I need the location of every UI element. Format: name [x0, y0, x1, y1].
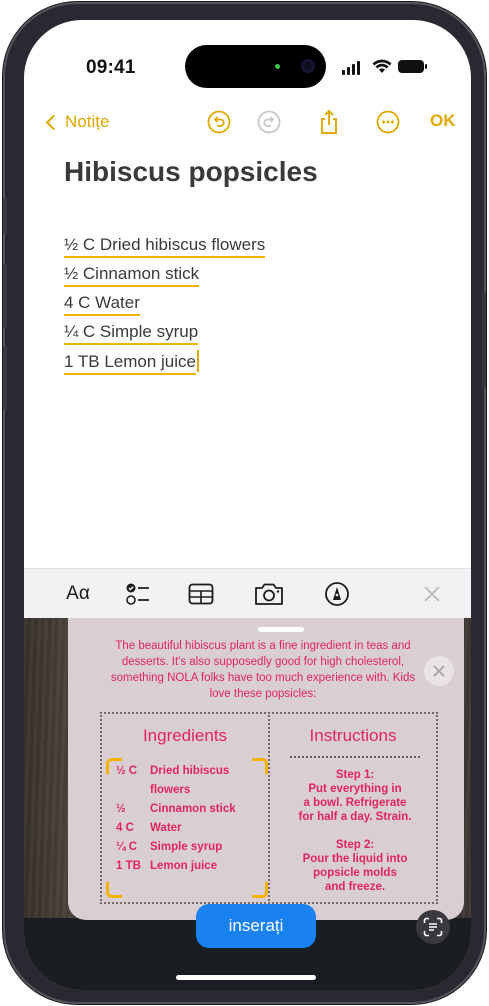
back-button[interactable]: Notițe — [44, 111, 109, 133]
selection-corner — [252, 882, 268, 898]
ingredient-row: 1 TB Lemon juice — [116, 857, 256, 876]
recognized-text-card[interactable]: The beautiful hibiscus plant is a fine i… — [68, 618, 464, 920]
note-line: 4 C Water — [64, 292, 265, 321]
battery-icon — [398, 60, 427, 73]
table-button[interactable] — [186, 581, 216, 607]
ingredient-name: flowers — [150, 784, 191, 796]
camera-button[interactable] — [252, 581, 286, 607]
note-line-text: ¼ C Simple syrup — [64, 322, 199, 345]
action-button — [3, 198, 7, 234]
insert-button[interactable]: inserați — [196, 904, 316, 948]
close-icon — [433, 665, 445, 677]
ingredient-quantity — [116, 781, 150, 800]
markup-button[interactable] — [322, 581, 352, 607]
note-title[interactable]: Hibiscus popsicles — [64, 156, 318, 188]
note-line: ½ C Dried hibiscus flowers — [64, 234, 266, 263]
markup-icon — [325, 582, 349, 606]
close-icon — [424, 586, 440, 602]
phone-frame: 09:41 Notițe OK Hibiscus popsicles ½ C D… — [3, 2, 486, 1004]
note-line-text: 1 TB Lemon juice — [64, 352, 196, 375]
instructions-box: Instructions Step 1: Put everything in a… — [268, 712, 438, 904]
ingredients-heading: Ingredients — [142, 726, 228, 745]
camera-icon — [255, 583, 283, 605]
camera-in-use-indicator — [275, 64, 280, 69]
close-scan-button[interactable] — [424, 656, 454, 686]
ingredient-row: 4 C Water — [116, 819, 256, 838]
home-indicator[interactable] — [176, 975, 316, 980]
note-line: 1 TB Lemon juice — [64, 350, 265, 379]
instructions-heading: Instructions — [309, 726, 397, 745]
redo-button[interactable] — [256, 109, 282, 135]
undo-button[interactable] — [206, 109, 232, 135]
step-line: Put everything in — [308, 783, 402, 795]
heading-divider — [290, 756, 420, 758]
volume-down-button — [3, 346, 7, 410]
table-icon — [188, 583, 214, 605]
redo-icon — [257, 110, 281, 134]
scan-text-icon — [423, 917, 443, 937]
share-icon — [321, 109, 337, 134]
ingredient-quantity: 1 TB — [116, 860, 141, 872]
ingredients-list[interactable]: ½ C Dried hibiscus flowers ½ Cinnamon stic… — [116, 762, 256, 876]
step-line: and freeze. — [324, 881, 386, 893]
note-line-text: 4 C Water — [64, 293, 140, 316]
step-title: Step 1: — [335, 769, 375, 781]
recipe-intro: The beautiful hibiscus plant is a fine i… — [110, 640, 416, 700]
ingredient-quantity: ½ — [116, 803, 126, 815]
note-body[interactable]: ½ C Dried hibiscus flowers ½ Cinnamon st… — [64, 234, 266, 379]
ingredient-name: Simple syrup — [150, 841, 223, 853]
more-icon — [376, 110, 400, 134]
instructions-text: Step 1: Put everything in a bowl. Refrig… — [278, 768, 432, 894]
ingredient-name: Dried hibiscus — [150, 765, 230, 777]
ingredient-row: ¼ C Simple syrup — [116, 838, 256, 857]
volume-up-button — [3, 264, 7, 328]
ingredient-name: Lemon juice — [150, 860, 218, 872]
ingredients-box: Ingredients ½ C Dried hibiscus flowers ½ C… — [100, 712, 270, 904]
step-line: Pour the liquid into — [302, 853, 408, 865]
ingredient-quantity: 4 C — [116, 822, 134, 834]
status-icons — [342, 59, 442, 75]
chevron-left-icon — [45, 114, 62, 130]
note-line: ½ Cinnamon stick — [64, 263, 265, 292]
sheet-grabber[interactable] — [258, 627, 304, 632]
formatting-toolbar: Aα — [24, 568, 471, 618]
checklist-button[interactable] — [123, 581, 153, 607]
scan-text-button[interactable] — [416, 910, 450, 944]
ingredient-name: Water — [150, 822, 182, 834]
step-line: a bowl. Refrigerate — [303, 797, 407, 809]
share-button[interactable] — [316, 109, 342, 135]
ingredient-row: ½ C Dried hibiscus — [116, 762, 256, 781]
selection-corner — [106, 882, 122, 898]
undo-icon — [207, 110, 231, 134]
ok-button[interactable]: OK — [430, 111, 456, 131]
ingredient-name: Cinnamon stick — [150, 803, 236, 815]
ingredient-quantity: ¼ C — [116, 841, 138, 853]
ingredient-row: ½ Cinnamon stick — [116, 800, 256, 819]
close-keyboard-button[interactable] — [420, 581, 444, 607]
note-line-text: ½ Cinnamon stick — [64, 264, 200, 287]
note-line-text: ½ C Dried hibiscus flowers — [64, 235, 266, 258]
power-button — [482, 292, 486, 388]
ingredient-row: flowers — [116, 781, 256, 800]
note-line: ¼ C Simple syrup — [64, 321, 265, 350]
checklist-icon — [126, 583, 149, 605]
dynamic-island — [185, 45, 326, 88]
more-button[interactable] — [375, 109, 401, 135]
step-line: popsicle molds — [313, 867, 397, 879]
step-line: for half a day. Strain. — [298, 811, 412, 823]
step-title: Step 2: — [335, 839, 375, 851]
front-camera — [301, 59, 315, 73]
ingredient-quantity: ½ C — [116, 765, 138, 777]
wifi-icon — [372, 59, 392, 73]
screen: 09:41 Notițe OK Hibiscus popsicles ½ C D… — [24, 20, 471, 990]
text-cursor — [196, 350, 199, 372]
status-time: 09:41 — [86, 57, 136, 78]
back-label: Notițe — [65, 112, 110, 131]
text-format-button[interactable]: Aα — [58, 581, 98, 607]
